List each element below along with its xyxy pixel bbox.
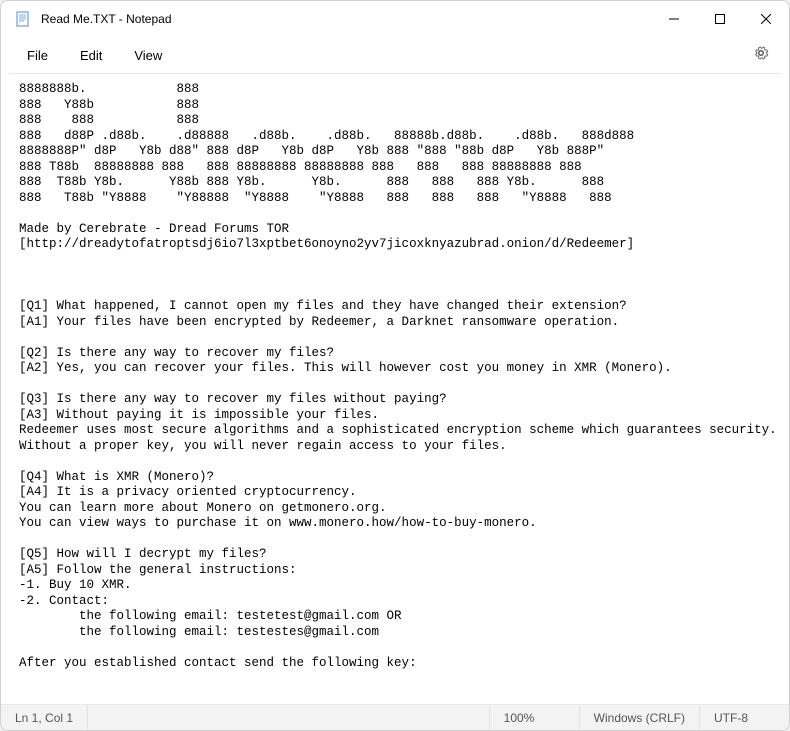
menu-file[interactable]: File [11, 42, 64, 69]
status-zoom[interactable]: 100% [489, 705, 579, 730]
gear-icon [753, 45, 769, 61]
close-button[interactable] [743, 1, 789, 37]
status-position: Ln 1, Col 1 [1, 705, 88, 730]
window-controls [651, 1, 789, 37]
menu-view[interactable]: View [118, 42, 178, 69]
notepad-window: Read Me.TXT - Notepad File Edit View 888… [0, 0, 790, 731]
settings-button[interactable] [743, 39, 779, 72]
menu-edit[interactable]: Edit [64, 42, 118, 69]
menubar: File Edit View [1, 37, 789, 73]
status-encoding: UTF-8 [699, 705, 789, 730]
text-content[interactable]: 8888888b. 888 888 Y88b 888 888 888 888 8… [1, 74, 789, 704]
status-lineending: Windows (CRLF) [579, 705, 699, 730]
notepad-icon [15, 11, 31, 27]
statusbar: Ln 1, Col 1 100% Windows (CRLF) UTF-8 [1, 704, 789, 730]
maximize-button[interactable] [697, 1, 743, 37]
minimize-button[interactable] [651, 1, 697, 37]
window-title: Read Me.TXT - Notepad [41, 12, 651, 26]
titlebar: Read Me.TXT - Notepad [1, 1, 789, 37]
